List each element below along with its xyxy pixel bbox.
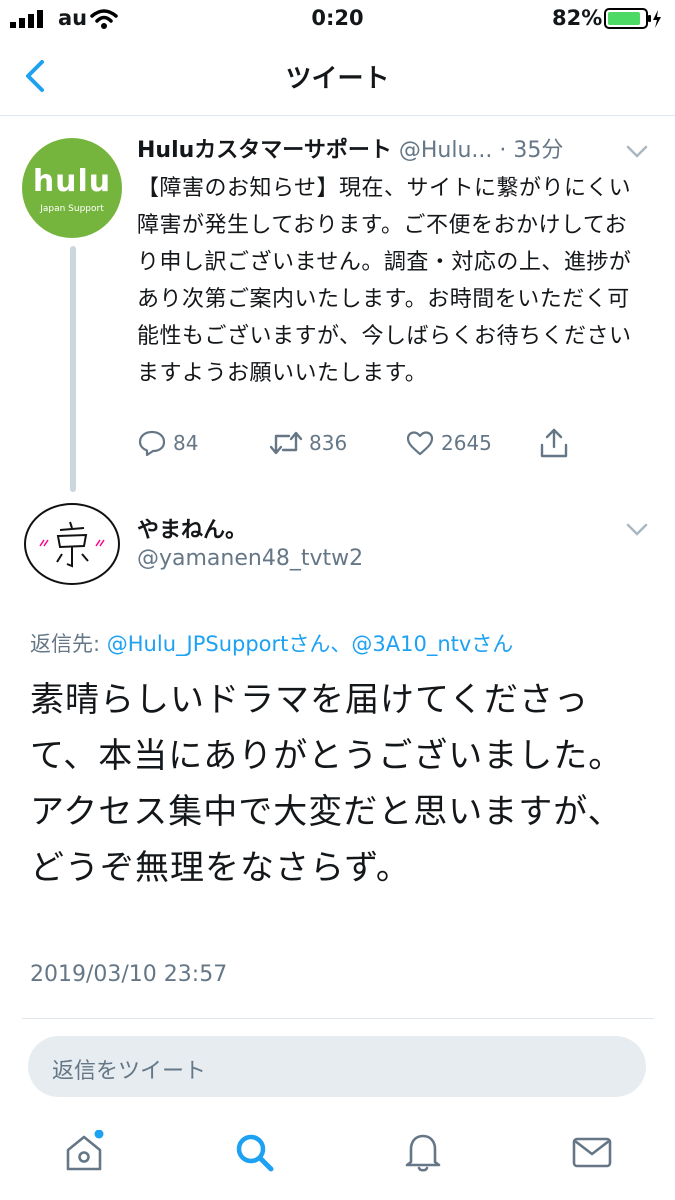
reply-count: 84 bbox=[173, 431, 199, 455]
reply-input[interactable]: 返信をツイート bbox=[28, 1036, 646, 1097]
search-icon[interactable] bbox=[232, 1130, 276, 1174]
battery-icon bbox=[604, 8, 661, 29]
tab-bar bbox=[0, 1112, 675, 1200]
tweet1-text: 【障害のお知らせ】現在、サイトに繋がりにくい障害が発生しております。ご不便をおか… bbox=[137, 176, 632, 386]
tweet1-actions: 84 836 2645 bbox=[137, 425, 657, 465]
share-action[interactable] bbox=[539, 425, 569, 461]
tweet1-header: Huluカスタマーサポート @Hulu... · 35分 bbox=[137, 132, 607, 168]
heart-icon bbox=[406, 431, 434, 456]
chevron-down-icon[interactable] bbox=[624, 138, 650, 164]
retweet-count: 836 bbox=[309, 431, 348, 455]
tweet2-text: 素晴らしいドラマを届けてくださって、本当にありがとうございました。アクセス集中で… bbox=[30, 680, 624, 888]
like-action[interactable]: 2645 bbox=[405, 425, 492, 461]
mail-icon[interactable] bbox=[570, 1130, 614, 1174]
avatar-hulu[interactable]: hulu Japan Support bbox=[22, 138, 122, 238]
reply-input-placeholder: 返信をツイート bbox=[52, 1059, 207, 1084]
status-bar: au 0:20 82% bbox=[0, 0, 675, 38]
tweet1-author-name[interactable]: Huluカスタマーサポート bbox=[137, 138, 392, 163]
thread-line bbox=[70, 246, 76, 492]
avatar-logo-subtext: Japan Support bbox=[40, 204, 104, 214]
reply-to-label: 返信先: bbox=[30, 632, 107, 656]
reply-to-mentions[interactable]: @Hulu_JPSupportさん、@3A10_ntvさん bbox=[107, 632, 514, 656]
page-title: ツイート bbox=[285, 64, 390, 94]
bell-icon[interactable] bbox=[401, 1130, 445, 1174]
nav-bar: ツイート bbox=[0, 38, 675, 116]
divider bbox=[22, 1018, 654, 1019]
tweet1-timestamp: · 35分 bbox=[499, 138, 564, 163]
reply-icon bbox=[138, 430, 166, 457]
home-icon[interactable] bbox=[62, 1130, 106, 1174]
tweet1-author-handle[interactable]: @Hulu... bbox=[399, 138, 493, 163]
chevron-down-icon[interactable] bbox=[624, 516, 650, 542]
tweet2-author-name[interactable]: やまねん。 bbox=[137, 512, 247, 544]
reply-action[interactable]: 84 bbox=[137, 425, 198, 461]
share-icon bbox=[540, 428, 568, 458]
tweet2-date: 2019/03/10 23:57 bbox=[30, 962, 228, 987]
avatar-logo-text: hulu bbox=[32, 164, 112, 199]
avatar-yamanen[interactable] bbox=[22, 500, 122, 586]
battery-percent: 82% bbox=[552, 6, 603, 30]
retweet-action[interactable]: 836 bbox=[269, 425, 347, 461]
like-count: 2645 bbox=[441, 431, 492, 455]
reply-to-line: 返信先: @Hulu_JPSupportさん、@3A10_ntvさん bbox=[30, 628, 513, 658]
tweet2-author-handle[interactable]: @yamanen48_tvtw2 bbox=[137, 546, 363, 571]
retweet-icon bbox=[269, 431, 303, 455]
